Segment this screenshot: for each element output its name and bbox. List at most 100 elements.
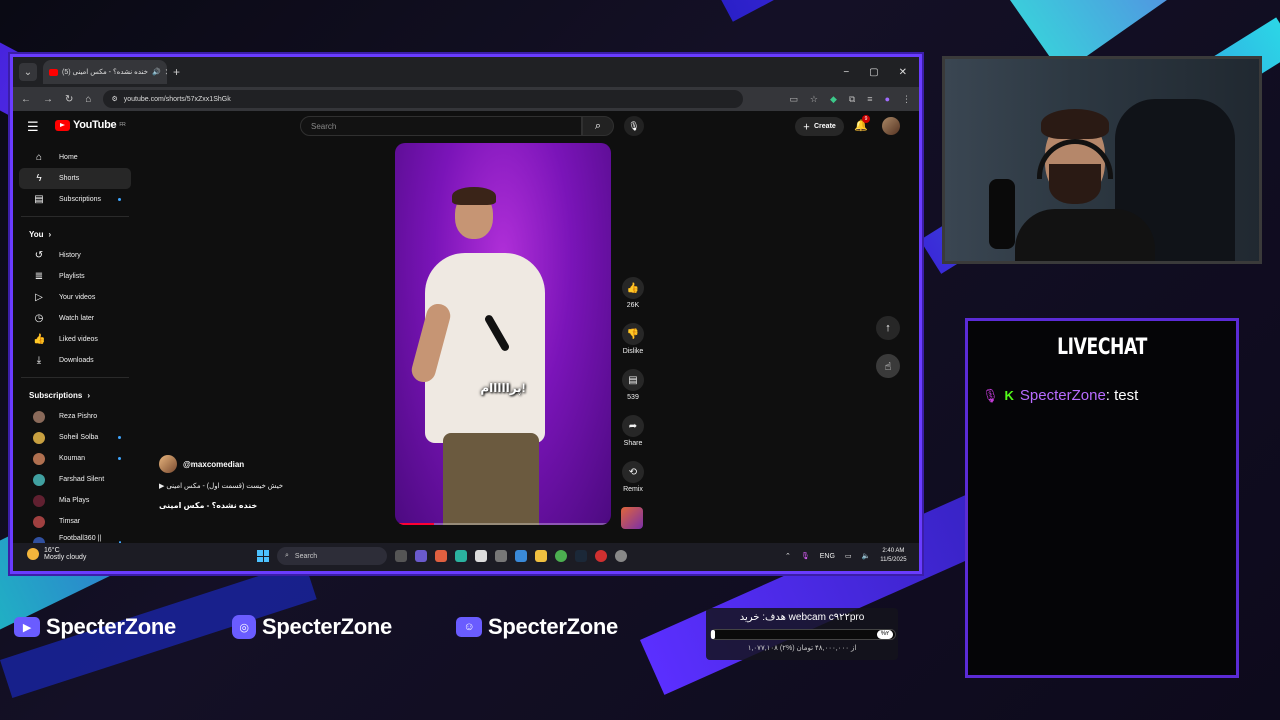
channel-avatar[interactable] xyxy=(159,455,177,473)
share-action[interactable]: ➦ Share xyxy=(618,415,648,447)
account-avatar[interactable] xyxy=(882,117,900,135)
more-menu-icon[interactable]: ⋮ xyxy=(902,94,911,105)
sidebar-item-subscription[interactable]: Farshad Silent xyxy=(19,469,131,490)
app-icon[interactable] xyxy=(615,550,627,562)
hamburger-menu-icon[interactable]: ☰ xyxy=(27,119,39,135)
dislike-icon[interactable]: 👎 xyxy=(622,323,644,345)
app-icon[interactable] xyxy=(495,550,507,562)
sidebar-item-shorts[interactable]: ϟ Shorts xyxy=(19,168,131,189)
obs-icon[interactable] xyxy=(595,550,607,562)
channel-info[interactable]: @maxcomedian xyxy=(159,455,244,473)
sidebar-item-label: Farshad Silent xyxy=(59,476,105,483)
task-view-icon[interactable] xyxy=(395,550,407,562)
share-label: Share xyxy=(623,440,643,447)
video-progress-fill xyxy=(395,523,434,525)
sidebar-item-label: Timsar xyxy=(59,518,81,525)
comment-icon[interactable]: ▤ xyxy=(622,369,644,391)
dislike-action[interactable]: 👎 Dislike xyxy=(618,323,648,355)
media-controls-icon[interactable]: ≡ xyxy=(867,94,872,105)
site-info-icon[interactable]: ⚙ xyxy=(111,95,117,103)
maximize-button[interactable]: ▢ xyxy=(869,67,878,78)
social-handle: SpecterZone xyxy=(46,614,176,639)
minimize-button[interactable]: − xyxy=(843,67,849,78)
remix-action[interactable]: ⟲ Remix xyxy=(618,461,648,493)
search-input[interactable]: Search xyxy=(300,116,582,136)
video-progress-bar[interactable] xyxy=(395,523,611,525)
youtube-logo[interactable]: YouTube FR xyxy=(55,119,126,131)
sidebar-item-your-videos[interactable]: ▷ Your videos xyxy=(19,287,131,308)
new-tab-button[interactable]: + xyxy=(173,65,180,79)
teams-icon[interactable] xyxy=(415,550,427,562)
next-short-button[interactable]: ☝ xyxy=(876,354,900,378)
like-action[interactable]: 👍 26K xyxy=(618,277,648,309)
comments-action[interactable]: ▤ 539 xyxy=(618,369,648,401)
network-icon[interactable]: ▭ xyxy=(845,552,852,560)
discord-icon: ☺ xyxy=(456,617,482,637)
close-tab-icon[interactable]: ✕ xyxy=(165,67,167,78)
new-content-dot xyxy=(118,198,121,201)
sidebar-item-downloads[interactable]: ⤓ Downloads xyxy=(19,350,131,371)
speaker-icon[interactable]: 🔊 xyxy=(152,68,161,76)
language-indicator[interactable]: ENG xyxy=(820,553,835,560)
volume-icon[interactable]: 🔈 xyxy=(862,552,871,560)
url-field[interactable]: ⚙ youtube.com/shorts/57xZxx1ShGk xyxy=(103,90,744,108)
copilot-icon[interactable] xyxy=(435,550,447,562)
sidebar-item-playlists[interactable]: ≣ Playlists xyxy=(19,266,131,287)
like-icon[interactable]: 👍 xyxy=(622,277,644,299)
sidebar-item-subscription[interactable]: Mia Plays xyxy=(19,490,131,511)
extensions-puzzle-icon[interactable]: ⧉ xyxy=(849,94,855,105)
you-section-heading[interactable]: You › xyxy=(13,223,137,245)
windows-start-icon[interactable] xyxy=(257,550,269,562)
close-window-button[interactable]: ✕ xyxy=(899,67,907,78)
sidebar-item-subscription[interactable]: Soheil Solba xyxy=(19,427,131,448)
steam-icon[interactable] xyxy=(575,550,587,562)
file-explorer-icon[interactable] xyxy=(535,550,547,562)
microphone-tray-icon[interactable]: 🎙 xyxy=(801,552,810,560)
sidebar-item-liked-videos[interactable]: 👍 Liked videos xyxy=(19,329,131,350)
profile-icon[interactable]: ● xyxy=(885,94,890,105)
sidebar-item-label: Watch later xyxy=(59,315,95,322)
chrome-icon[interactable] xyxy=(555,550,567,562)
sidebar-item-watch-later[interactable]: ◷ Watch later xyxy=(19,308,131,329)
store-icon[interactable] xyxy=(475,550,487,562)
forward-icon[interactable]: → xyxy=(43,94,53,105)
photos-icon[interactable] xyxy=(515,550,527,562)
subscriptions-section-heading[interactable]: Subscriptions › xyxy=(13,384,137,406)
shorts-video-player[interactable]: پرااااام! xyxy=(395,143,611,525)
taskbar-search[interactable]: ⌕ Search xyxy=(277,547,387,565)
edge-icon[interactable] xyxy=(455,550,467,562)
share-icon[interactable]: ➦ xyxy=(622,415,644,437)
extension-icon[interactable]: ◆ xyxy=(830,94,837,105)
chevron-right-icon: › xyxy=(87,390,91,400)
create-button[interactable]: ＋ Create xyxy=(795,117,844,136)
sidebar-item-subscription[interactable]: Kouman xyxy=(19,448,131,469)
sidebar-item-label: History xyxy=(59,252,81,259)
sidebar-item-subscriptions[interactable]: ▤ Subscriptions xyxy=(19,189,131,210)
tab-search-button[interactable]: ⌄ xyxy=(19,63,37,81)
sound-thumbnail[interactable] xyxy=(621,507,643,529)
sidebar-item-home[interactable]: ⌂ Home xyxy=(19,147,131,168)
clock[interactable]: 2:40 AM 11/5/2025 xyxy=(880,547,906,565)
home-button-icon[interactable]: ⌂ xyxy=(85,94,91,105)
region-code: FR xyxy=(119,122,126,128)
voice-search-button[interactable]: 🎙 xyxy=(624,116,644,136)
channel-handle[interactable]: @maxcomedian xyxy=(183,460,244,469)
liked-videos-icon: 👍 xyxy=(33,334,46,345)
chevron-up-icon[interactable]: ⌃ xyxy=(785,552,791,560)
browser-tab[interactable]: (5) خنده نشده؟ - مکس امینی 🔊 ✕ xyxy=(43,60,167,84)
sidebar-item-subscription[interactable]: Timsar xyxy=(19,511,131,532)
weather-widget[interactable]: 16°C Mostly cloudy xyxy=(27,547,86,561)
video-description[interactable]: ▶ خیش خیست (قسمت اول) - مکس امینی xyxy=(159,482,283,490)
youtube-favicon-icon xyxy=(49,68,58,76)
remix-icon[interactable]: ⟲ xyxy=(622,461,644,483)
reload-icon[interactable]: ↻ xyxy=(65,94,73,105)
sidebar-item-history[interactable]: ↺ History xyxy=(19,245,131,266)
search-button[interactable]: ⌕ xyxy=(582,116,614,136)
back-icon[interactable]: ← xyxy=(21,94,31,105)
cast-icon[interactable]: ▭ xyxy=(789,94,798,105)
previous-short-button[interactable]: ↑ xyxy=(876,316,900,340)
windows-taskbar: 16°C Mostly cloudy ⌕ Search ⌃ 🎙 ENG ▭ 🔈 … xyxy=(13,543,919,571)
bookmark-star-icon[interactable]: ☆ xyxy=(810,94,818,105)
sidebar-item-subscription[interactable]: Reza Pishro xyxy=(19,406,131,427)
new-content-dot xyxy=(118,457,121,460)
